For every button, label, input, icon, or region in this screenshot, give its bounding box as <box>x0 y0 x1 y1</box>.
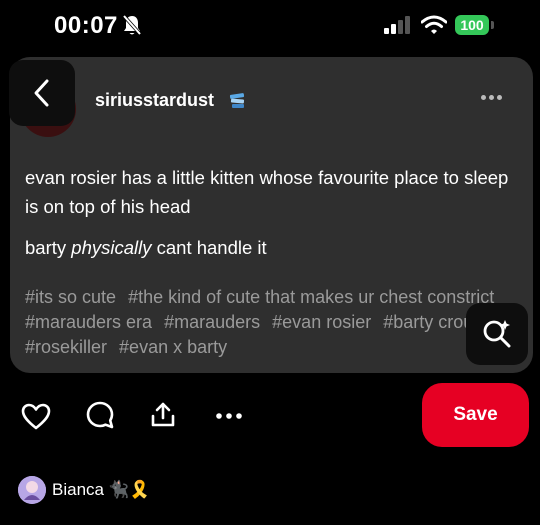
heart-icon[interactable] <box>18 400 54 432</box>
post-paragraph-2-emphasis: physically <box>71 237 152 258</box>
chevron-left-icon <box>34 79 49 107</box>
post-paragraph-2-end: cant handle it <box>151 237 267 258</box>
saver-avatar <box>18 476 46 504</box>
more-options-icon[interactable] <box>481 95 505 100</box>
post-paragraph-1: evan rosier has a little kitten whose fa… <box>25 167 509 217</box>
more-icon[interactable] <box>212 406 246 426</box>
post-username[interactable]: siriusstardust <box>95 90 214 111</box>
blue-sticker-icon <box>228 92 248 115</box>
tag[interactable]: #evan rosier <box>272 312 371 332</box>
comment-icon[interactable] <box>83 398 117 432</box>
saved-by[interactable]: Bianca 🐈‍⬛🎗️ <box>18 475 150 505</box>
visual-search-button[interactable] <box>466 303 528 365</box>
tag-list: #its so cute #the kind of cute that make… <box>25 285 517 363</box>
tag[interactable]: #the kind of cute that makes ur chest co… <box>128 287 494 307</box>
tag[interactable]: #marauders era <box>25 312 152 332</box>
saver-emojis: 🐈‍⬛🎗️ <box>107 480 151 499</box>
bell-muted-icon <box>122 14 142 41</box>
post-body: evan rosier has a little kitten whose fa… <box>25 163 520 274</box>
status-bar: 00:07 100 <box>0 0 540 52</box>
tag[interactable]: #rosekiller <box>25 337 107 357</box>
tag[interactable]: #marauders <box>164 312 260 332</box>
saver-name: Bianca <box>52 480 104 499</box>
battery-cap <box>491 21 494 29</box>
wifi-icon <box>420 15 448 40</box>
back-button[interactable] <box>9 60 75 126</box>
battery-icon: 100 <box>455 15 489 35</box>
post-paragraph-2: barty physically cant handle it <box>25 233 520 262</box>
tag[interactable]: #evan x barty <box>119 337 227 357</box>
cell-signal-icon <box>384 16 412 39</box>
clock-time: 00:07 <box>54 12 118 39</box>
tag[interactable]: #its so cute <box>25 287 116 307</box>
post-paragraph-2-start: barty <box>25 237 72 258</box>
visual-search-icon <box>483 320 511 348</box>
save-button[interactable]: Save <box>422 383 529 447</box>
share-icon[interactable] <box>146 398 180 432</box>
